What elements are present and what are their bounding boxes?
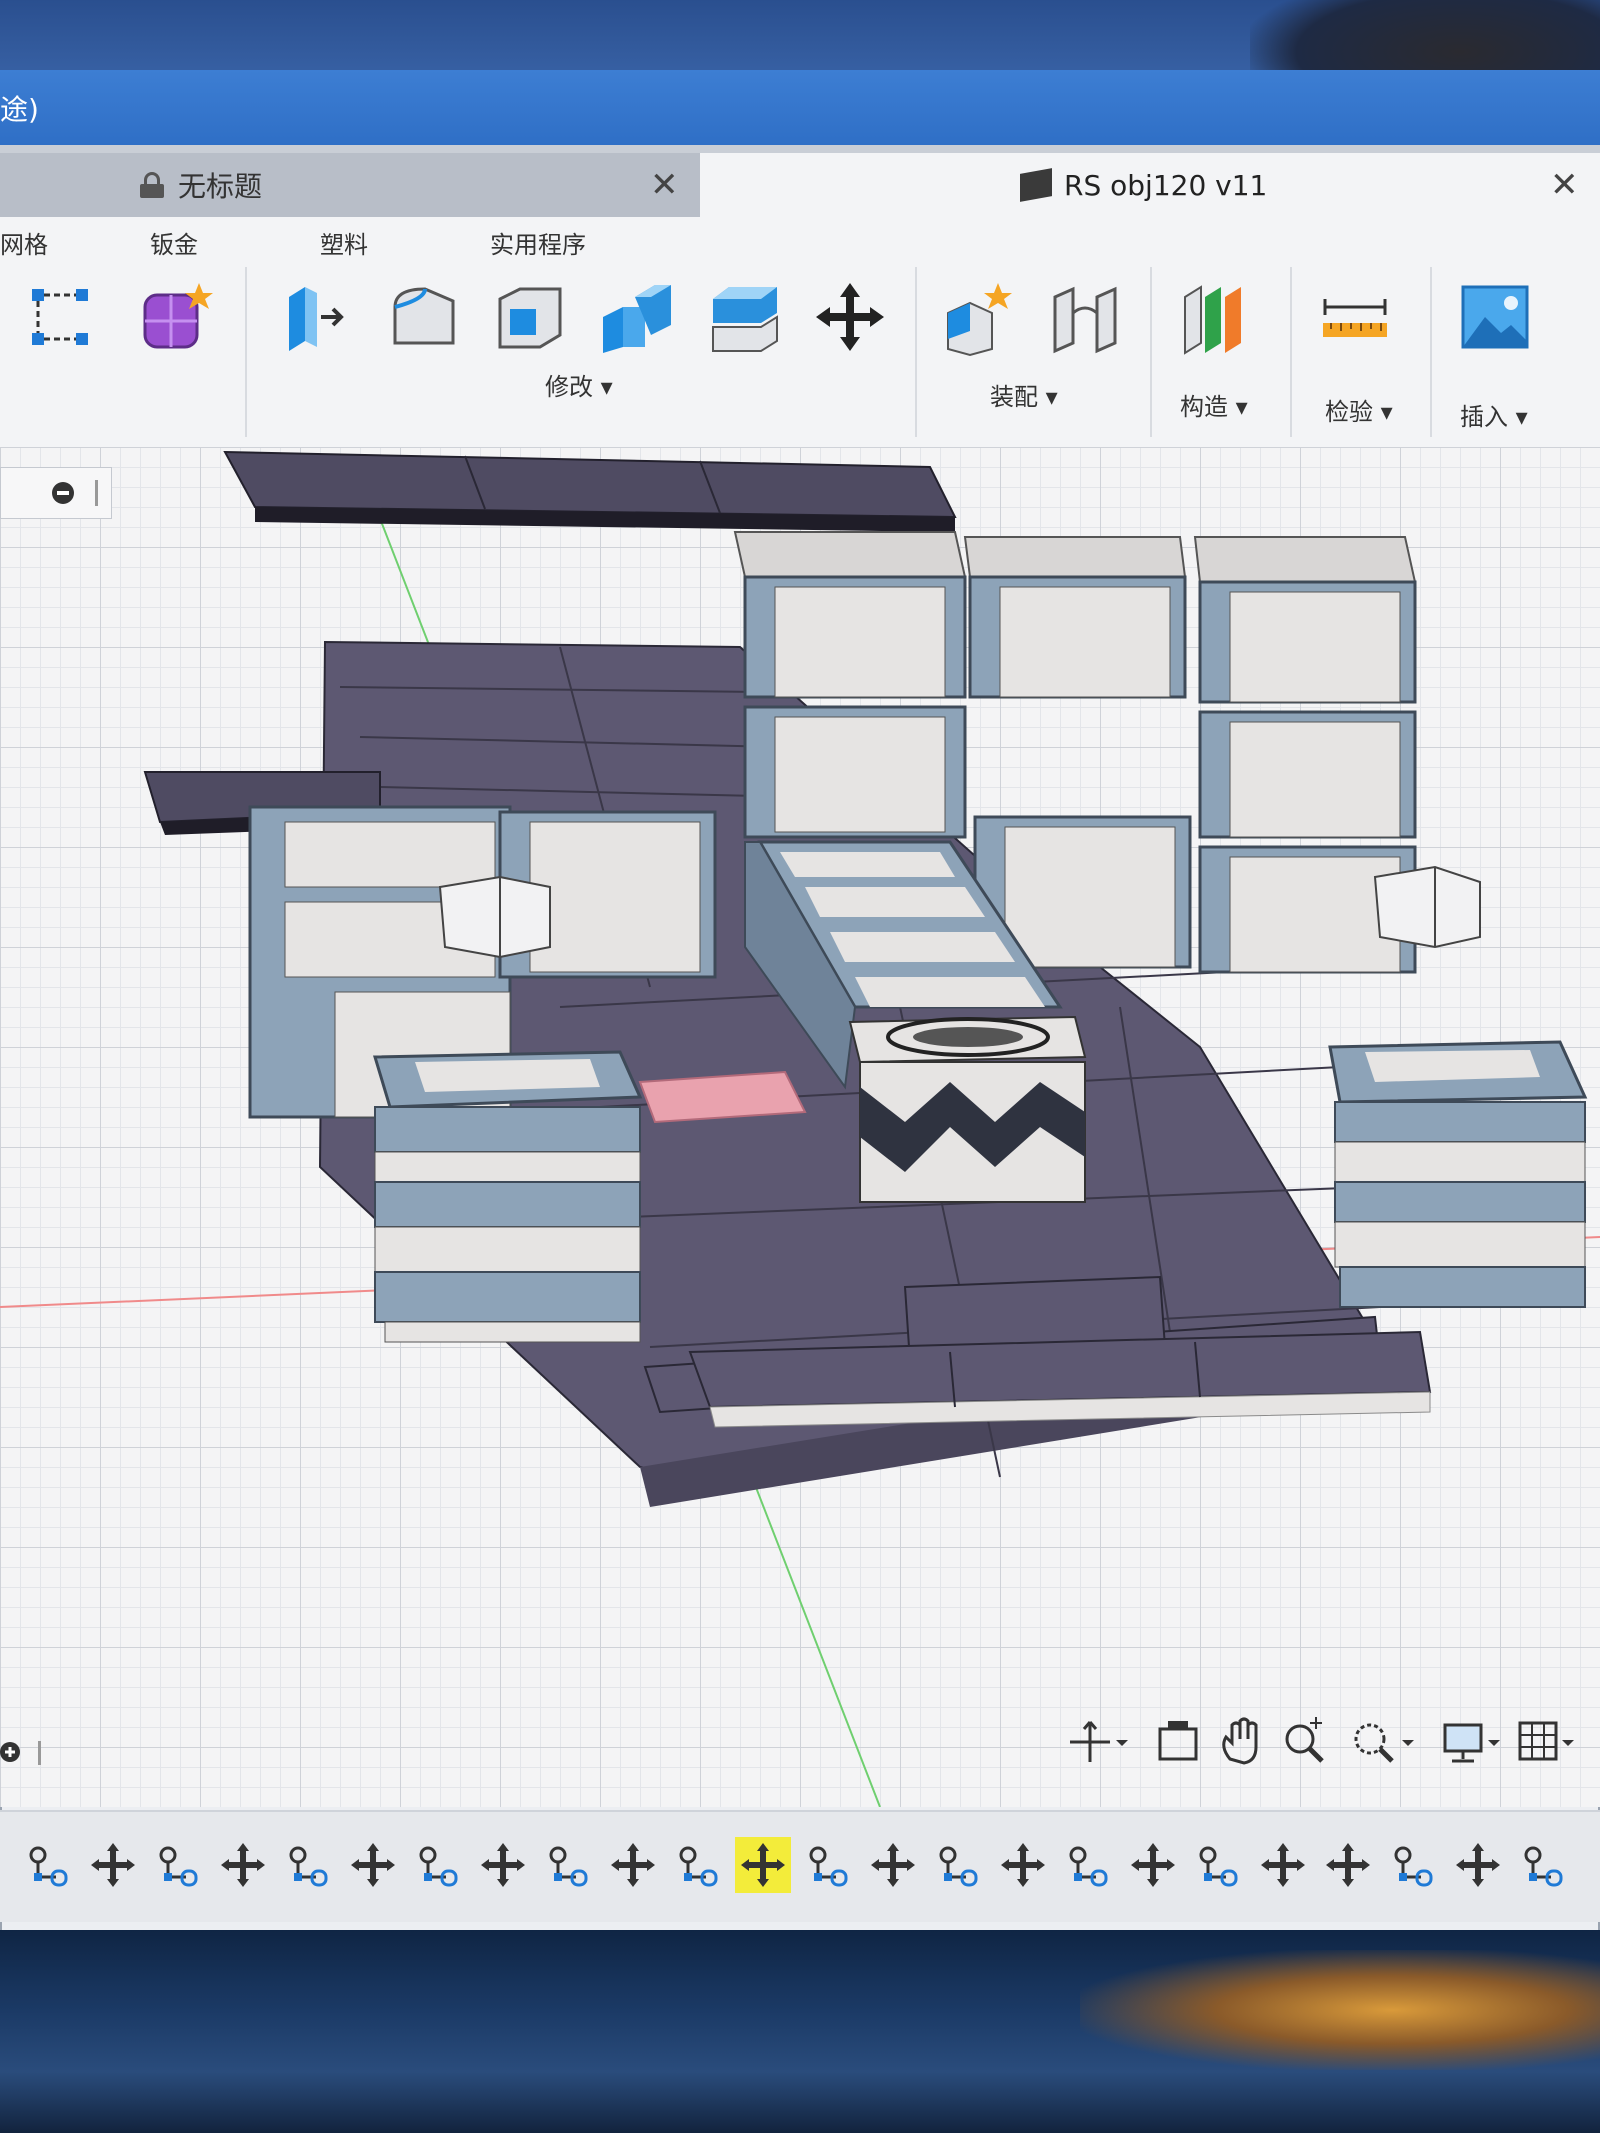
timeline-move-icon[interactable] (1255, 1837, 1311, 1893)
design-history-timeline (0, 1810, 1600, 1922)
form-body-icon[interactable] (135, 277, 215, 357)
tab-rs-obj120[interactable]: RS obj120 v11 ✕ (700, 153, 1600, 217)
grid-settings-icon[interactable] (1518, 1721, 1574, 1761)
look-at-icon[interactable] (1158, 1721, 1198, 1761)
zoom-window-icon[interactable] (1354, 1723, 1414, 1763)
tab-untitled-label: 无标题 (178, 170, 263, 203)
combine-icon[interactable] (595, 277, 675, 357)
close-icon[interactable]: ✕ (650, 165, 679, 205)
orbit-icon[interactable] (1070, 1721, 1128, 1762)
measure-icon[interactable] (1315, 277, 1395, 357)
timeline-sketch-icon[interactable] (280, 1837, 336, 1893)
new-component-icon[interactable] (940, 277, 1020, 357)
browser-collapse-toggle[interactable] (0, 467, 112, 519)
shell-icon[interactable] (490, 277, 570, 357)
timeline-move-icon[interactable] (605, 1837, 661, 1893)
document-tab-bar: 无标题 ✕ RS obj120 v11 ✕ (0, 145, 1600, 217)
timeline-move-icon[interactable] (1450, 1837, 1506, 1893)
timeline-move-icon[interactable] (865, 1837, 921, 1893)
timeline-move-icon[interactable] (215, 1837, 271, 1893)
press-pull-icon[interactable] (275, 277, 355, 357)
timeline-sketch-icon[interactable] (670, 1837, 726, 1893)
photo-sunset-reflection (1080, 1950, 1600, 2070)
timeline-sketch-icon[interactable] (1190, 1837, 1246, 1893)
box-tower-a (733, 531, 967, 839)
fillet-icon[interactable] (385, 277, 465, 357)
menu-utilities[interactable]: 实用程序 (490, 225, 586, 260)
box-tower-b (963, 536, 1187, 699)
zoom-icon[interactable] (1285, 1717, 1324, 1763)
menu-sheet-metal[interactable]: 钣金 (150, 225, 198, 260)
model-scene[interactable] (0, 447, 1600, 1807)
window-title-strip: 途) (0, 70, 1600, 145)
timeline-sketch-icon[interactable] (150, 1837, 206, 1893)
timeline-move-icon[interactable] (1320, 1837, 1376, 1893)
group-label-construct[interactable]: 构造 ▾ (1180, 387, 1248, 422)
zigzag-box (848, 1015, 1087, 1203)
3d-viewport[interactable] (0, 447, 1600, 1807)
tray-stack-right (1328, 1040, 1588, 1308)
joint-icon[interactable] (1045, 277, 1125, 357)
tab-active-label: RS obj120 v11 (1064, 168, 1268, 202)
insert-image-icon[interactable] (1455, 277, 1535, 357)
timeline-move-icon[interactable] (1125, 1837, 1181, 1893)
timeline-sketch-icon[interactable] (1060, 1837, 1116, 1893)
plus-circle-icon[interactable] (0, 1727, 50, 1777)
component-icon (1020, 168, 1052, 202)
sketch-constraint-icon[interactable] (20, 277, 100, 357)
pink-tile (638, 1070, 807, 1124)
timeline-sketch-icon[interactable] (540, 1837, 596, 1893)
timeline-move-icon[interactable] (345, 1837, 401, 1893)
timeline-sketch-icon[interactable] (20, 1837, 76, 1893)
ribbon-separator (1150, 267, 1152, 437)
toolbar-ribbon: 网格 钣金 塑料 实用程序 修改 ▾ 装配 ▾ 构造 ▾ 检验 ▾ 插入 ▾ (0, 217, 1600, 448)
pan-hand-icon[interactable] (1222, 1717, 1258, 1765)
close-icon[interactable]: ✕ (1550, 165, 1579, 205)
navigation-toolbar (1060, 1707, 1600, 1777)
window-title-fragment: 途) (0, 93, 39, 126)
replace-face-icon[interactable] (705, 277, 785, 357)
ribbon-separator (1430, 267, 1432, 437)
timeline-move-icon[interactable] (475, 1837, 531, 1893)
lock-icon (140, 172, 164, 198)
group-label-assemble[interactable]: 装配 ▾ (990, 377, 1058, 412)
wire-cube-right (1373, 865, 1481, 949)
group-label-inspect[interactable]: 检验 ▾ (1325, 392, 1393, 427)
tray-stack-left (372, 1050, 643, 1343)
group-label-insert[interactable]: 插入 ▾ (1460, 397, 1528, 432)
timeline-move-icon[interactable] (85, 1837, 141, 1893)
timeline-move-icon[interactable] (735, 1837, 791, 1893)
display-settings-icon[interactable] (1443, 1723, 1500, 1763)
top-floating-slab (223, 450, 957, 532)
offset-plane-icon[interactable] (1175, 277, 1255, 357)
cad-application: 无标题 ✕ RS obj120 v11 ✕ 网格 钣金 塑料 实用程序 修改 ▾… (0, 145, 1600, 1935)
ribbon-separator (1290, 267, 1292, 437)
ribbon-separator (245, 267, 247, 437)
move-copy-icon[interactable] (810, 277, 890, 357)
timeline-move-icon[interactable] (995, 1837, 1051, 1893)
timeline-sketch-icon[interactable] (930, 1837, 986, 1893)
timeline-sketch-icon[interactable] (1385, 1837, 1441, 1893)
wire-cube-left (438, 875, 551, 959)
menu-mesh[interactable]: 网格 (0, 225, 48, 260)
group-label-modify[interactable]: 修改 ▾ (545, 367, 613, 402)
menu-plastic[interactable]: 塑料 (320, 225, 368, 260)
tab-untitled[interactable]: 无标题 ✕ (0, 153, 700, 217)
timeline-sketch-icon[interactable] (800, 1837, 856, 1893)
timeline-sketch-icon[interactable] (1515, 1837, 1571, 1893)
minus-circle-icon[interactable] (1, 468, 111, 518)
timeline-sketch-icon[interactable] (410, 1837, 466, 1893)
ribbon-separator (915, 267, 917, 437)
